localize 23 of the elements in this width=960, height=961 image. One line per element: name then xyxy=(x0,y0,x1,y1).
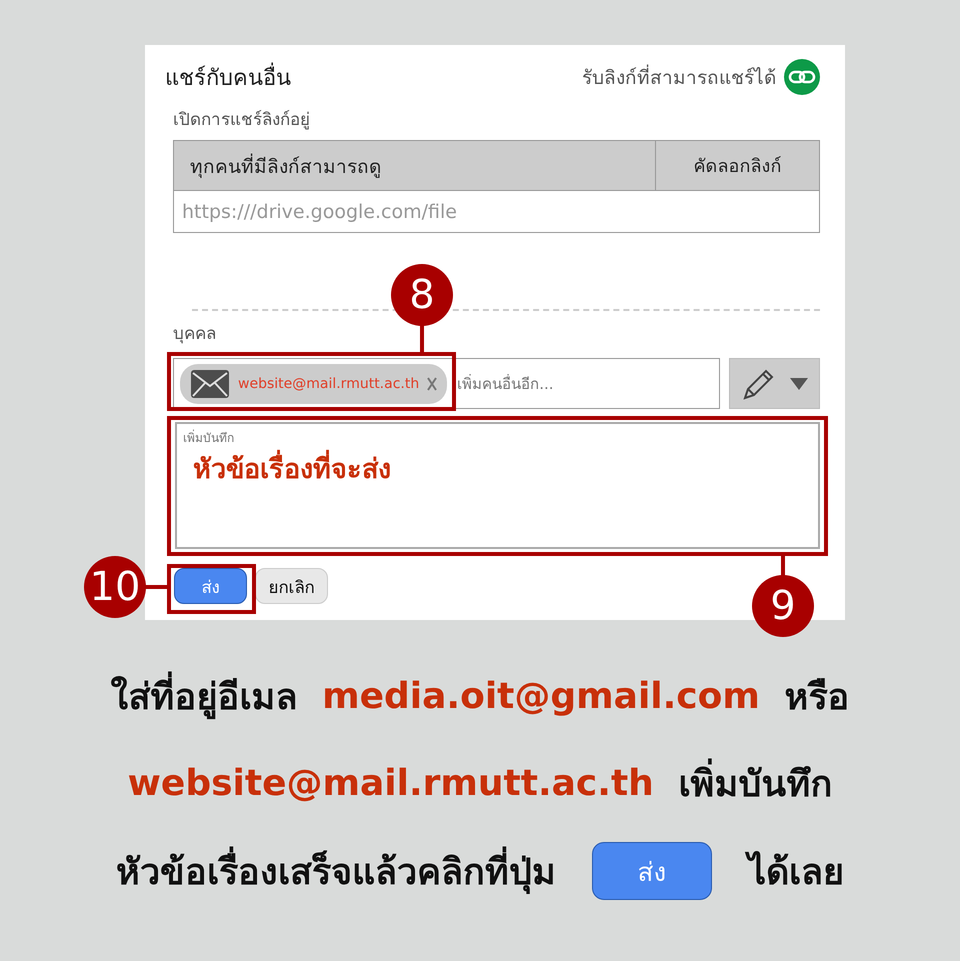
send-button[interactable]: ส่ง xyxy=(174,568,247,604)
step-number: 10 xyxy=(84,556,146,618)
recipient-email: website@mail.rmutt.ac.th xyxy=(238,376,420,392)
link-sharing-status: เปิดการแชร์ลิงก์อยู่ xyxy=(173,109,311,132)
note-field[interactable]: เพิ่มบันทึก หัวข้อเรื่องที่จะส่ง xyxy=(175,422,820,549)
remove-icon[interactable] xyxy=(427,376,438,390)
dropdown-arrow-icon xyxy=(790,378,808,390)
get-link-link[interactable]: รับลิงก์ที่สามารถแชร์ได้ xyxy=(582,62,776,92)
send-button-image: ส่ง xyxy=(592,842,712,900)
people-label: บุคคล xyxy=(173,323,216,346)
link-url-field[interactable]: https:///drive.google.com/file xyxy=(173,191,820,233)
cancel-button[interactable]: ยกเลิก xyxy=(255,568,328,604)
instruction-text: ใส่ที่อยู่อีเมล media.oit@gmail.com หรือ xyxy=(110,668,850,725)
link-access-option[interactable]: ทุกคนที่มีลิงก์สามารถดู xyxy=(174,141,656,190)
instruction-text: หัวข้อเรื่องเสร็จแล้วคลิกที่ปุ่ม xyxy=(116,842,556,900)
envelope-icon xyxy=(190,368,230,398)
link-icon[interactable] xyxy=(784,59,820,95)
dialog-title: แชร์กับคนอื่น xyxy=(165,60,291,94)
note-text: หัวข้อเรื่องที่จะส่ง xyxy=(193,447,391,490)
note-label: เพิ่มบันทึก xyxy=(183,428,234,447)
instruction-text: website@mail.rmutt.ac.th เพิ่มบันทึก xyxy=(128,755,832,812)
copy-link-button[interactable]: คัดลอกลิงก์ xyxy=(656,141,819,190)
edit-permission-button[interactable] xyxy=(729,358,820,409)
